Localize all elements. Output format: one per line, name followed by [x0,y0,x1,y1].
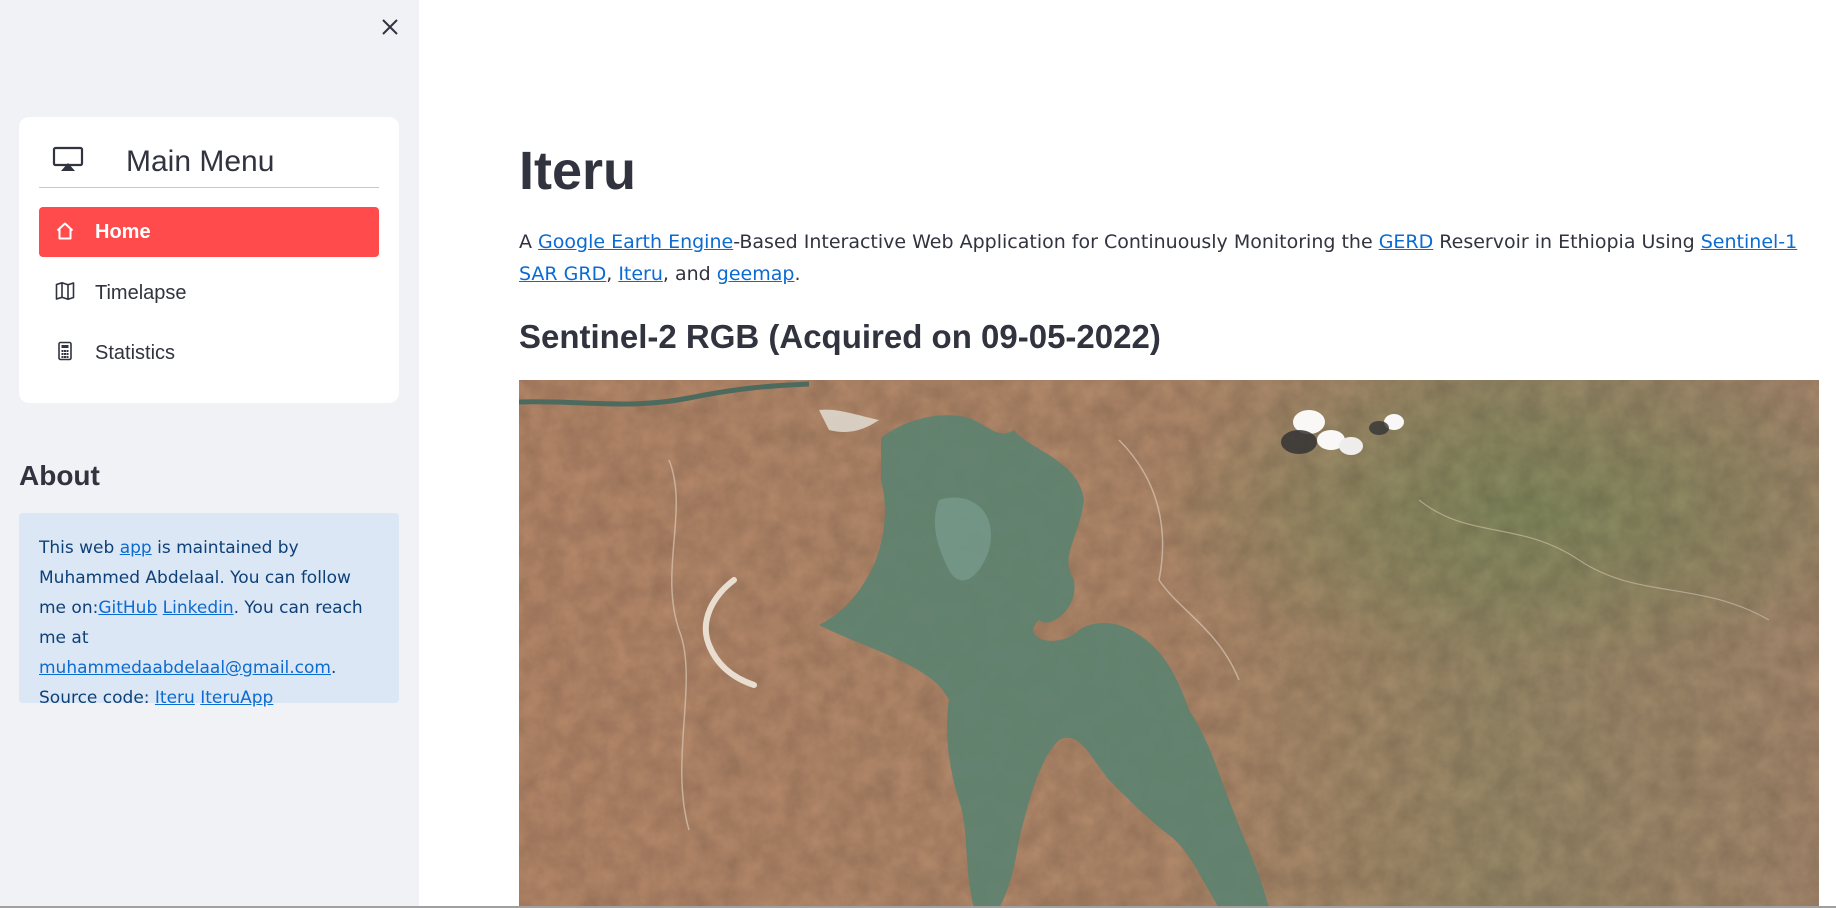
menu-item-label: Timelapse [95,282,187,304]
main-content: Iteru A Google Earth Engine-Based Intera… [419,0,1836,908]
map-icon [55,282,75,301]
main-menu: Main Menu Home Timelapse Statistics [19,117,399,403]
menu-item-home[interactable]: Home [39,207,379,257]
close-sidebar-button[interactable] [375,12,405,42]
menu-item-statistics[interactable]: Statistics [39,327,379,377]
about-info-box: This web app is maintained by Muhammed A… [19,513,399,708]
image-subtitle: Sentinel-2 RGB (Acquired on 09-05-2022) [519,318,1161,355]
close-icon [382,19,398,35]
menu-item-timelapse[interactable]: Timelapse [39,267,379,317]
sidebar: Main Menu Home Timelapse Statistics Abou… [0,0,419,908]
menu-item-label: Home [95,221,151,243]
linkedin-link[interactable]: Linkedin [163,598,234,618]
calculator-icon [58,341,72,361]
about-heading: About [19,460,100,491]
airplay-icon [52,146,84,171]
page-title: Iteru [519,141,637,201]
menu-item-label: Statistics [95,342,176,364]
geemap-link[interactable]: geemap [717,263,795,285]
google-earth-engine-link[interactable]: Google Earth Engine [538,231,733,253]
iteru-source-link[interactable]: Iteru [155,688,195,708]
github-link[interactable]: GitHub [98,598,157,618]
house-icon [56,222,74,240]
gerd-link[interactable]: GERD [1379,231,1434,253]
intro-text: Reservoir in Ethiopia Using [1433,231,1701,253]
intro-text: -Based Interactive Web Application for C… [733,231,1379,253]
satellite-image [519,380,1819,908]
intro-text: , [606,263,619,285]
intro-text: A [519,231,539,253]
iteruapp-source-link[interactable]: IteruApp [200,688,273,708]
about-text: This web [39,538,120,558]
main-menu-header: Main Menu [39,137,379,188]
main-menu-title: Main Menu [126,145,275,178]
iteru-link[interactable]: Iteru [618,263,663,285]
intro-text: . [794,263,801,285]
intro-text: , and [662,263,717,285]
email-link[interactable]: muhammedaabdelaal@gmail.com [39,658,331,678]
app-link[interactable]: app [120,538,152,558]
intro-paragraph: A Google Earth Engine-Based Interactive … [519,226,1829,290]
